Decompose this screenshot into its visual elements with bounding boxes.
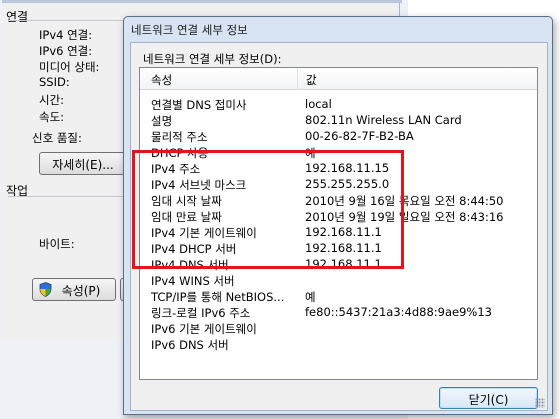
list-row[interactable]: IPv6 DNS 서버 [140, 336, 537, 352]
row-property: 연결별 DNS 접미사 [151, 98, 247, 112]
row-property: 링크-로컬 IPv6 주소 [151, 306, 251, 320]
row-value: local [305, 97, 332, 111]
list-row[interactable]: IPv4 WINS 서버 [140, 272, 537, 288]
resize-grip-icon[interactable] [535, 398, 545, 408]
section-divider [8, 20, 126, 21]
row-property: IPv4 WINS 서버 [151, 274, 235, 288]
row-value: 00-26-82-7F-B2-BA [305, 129, 414, 143]
connection-section-title: 연결 [6, 10, 29, 24]
list-row[interactable]: IPv6 기본 게이트웨이 [140, 320, 537, 336]
ipv6-connection-label: IPv6 연결: [39, 44, 93, 58]
details-button-label: 자세히(E)... [52, 158, 114, 172]
header-divider[interactable] [297, 68, 298, 90]
list-header: 속성 값 [140, 68, 537, 90]
ipv4-connection-label: IPv4 연결: [39, 28, 93, 42]
row-property: 설명 [151, 114, 173, 128]
section-divider [8, 196, 126, 197]
dialog-title: 네트워크 연결 세부 정보 [131, 23, 248, 37]
highlight-box [132, 150, 404, 269]
window-edge [2, 0, 402, 3]
row-property: TCP/IP를 통해 NetBIOS... [151, 290, 285, 304]
properties-button[interactable]: 속성(P) [32, 278, 116, 301]
row-value: 802.11n Wireless LAN Card [305, 113, 462, 127]
list-row[interactable]: TCP/IP를 통해 NetBIOS... 예 [140, 288, 537, 304]
list-row[interactable]: 물리적 주소 00-26-82-7F-B2-BA [140, 128, 537, 144]
ssid-label: SSID: [39, 75, 70, 89]
row-property: IPv6 기본 게이트웨이 [151, 322, 257, 336]
details-button[interactable]: 자세히(E)... [39, 152, 127, 175]
row-property: IPv6 DNS 서버 [151, 338, 229, 352]
header-property[interactable]: 속성 [151, 72, 172, 88]
row-value: fe80::5437:21a3:4d88:9ae9%13 [305, 305, 492, 319]
details-caption: 네트워크 연결 세부 정보(D): [143, 52, 282, 66]
list-row[interactable]: 연결별 DNS 접미사 local [140, 96, 537, 112]
speed-label: 속도: [39, 110, 65, 124]
time-label: 시간: [39, 93, 65, 107]
list-row[interactable]: 설명 802.11n Wireless LAN Card [140, 112, 537, 128]
media-state-label: 미디어 상태: [39, 60, 100, 74]
bytes-label: 바이트: [39, 237, 75, 251]
signal-quality-label: 신호 품질: [32, 131, 82, 145]
row-value: 예 [305, 290, 316, 304]
list-row[interactable]: 링크-로컬 IPv6 주소 fe80::5437:21a3:4d88:9ae9%1… [140, 304, 537, 320]
close-button[interactable]: 닫기(C) [439, 387, 538, 409]
properties-button-label: 속성(P) [61, 284, 101, 298]
row-property: 물리적 주소 [151, 130, 208, 144]
close-button-label: 닫기(C) [468, 393, 509, 407]
header-value[interactable]: 값 [306, 72, 317, 88]
